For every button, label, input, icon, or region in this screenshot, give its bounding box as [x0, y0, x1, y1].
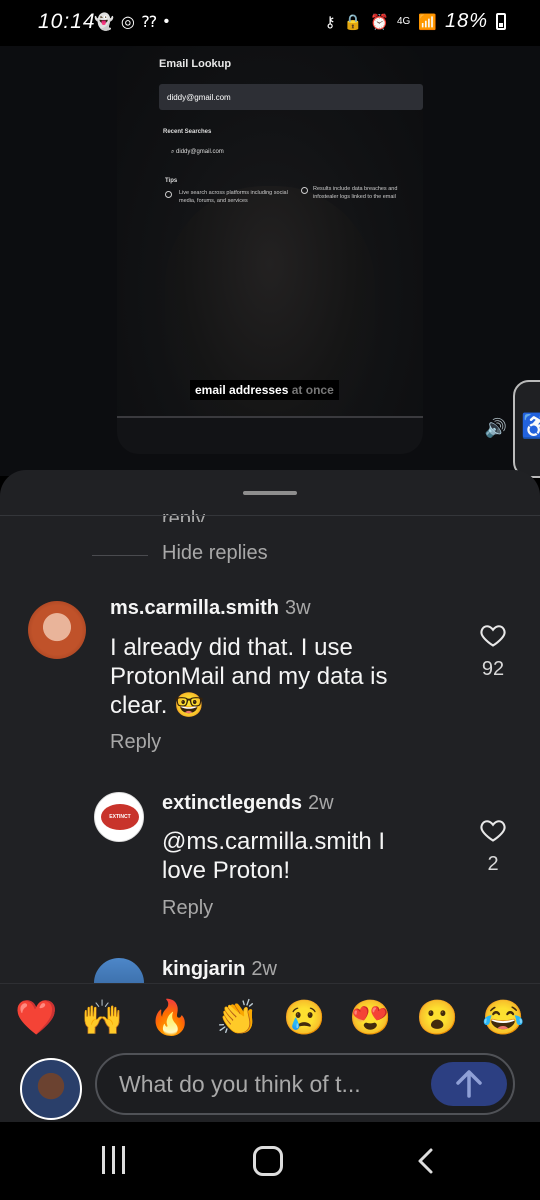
hide-replies-button[interactable]: Hide replies — [162, 542, 268, 565]
emoji-clap[interactable]: 👏 — [216, 998, 258, 1038]
caption-dim: at once — [291, 383, 334, 397]
heart-icon[interactable] — [479, 621, 507, 649]
video-tips-label: Tips — [165, 178, 178, 184]
video-caption: email addresses at once — [190, 380, 339, 400]
network-type: 4G — [396, 16, 411, 27]
comment-time: 2w — [308, 792, 334, 814]
home-button[interactable] — [253, 1146, 283, 1176]
comment-line: I already did that. I use — [110, 634, 353, 661]
signal-icon: 📶 — [418, 13, 437, 31]
snapchat-icon: 👻 — [94, 14, 114, 31]
reply-button[interactable]: Reply — [162, 897, 213, 920]
username-text[interactable]: ms.carmilla.smith — [110, 597, 279, 619]
replies-line — [92, 555, 148, 556]
video-recent-item-text: diddy@gmail.com — [176, 149, 224, 155]
video-tip-2: Results include data breaches and infost… — [301, 186, 421, 201]
emoji-laughing[interactable]: 😂 — [482, 998, 524, 1038]
battery-icon — [496, 13, 506, 30]
comment-line: ProtonMail and my data is — [110, 663, 388, 690]
video-laptop-edge — [117, 416, 423, 454]
video-search-field: diddy@gmail.com — [159, 84, 423, 110]
video-recent-label: Recent Searches — [163, 129, 212, 135]
notification-icons: 👻 ◎ ⁇ • — [94, 12, 169, 32]
emoji-raised-hands[interactable]: 🙌 — [81, 998, 123, 1038]
video-tip-2-text: Results include data breaches and infost… — [313, 186, 398, 200]
recents-bar — [122, 1146, 125, 1174]
emoji-crying[interactable]: 😢 — [283, 998, 325, 1038]
comment-line: @ms.carmilla.smith I — [162, 828, 386, 855]
avatar[interactable]: EXTINCT — [94, 792, 144, 842]
heart-icon[interactable] — [479, 816, 507, 844]
comment-input-bar: What do you think of t... — [0, 1050, 540, 1122]
video-recent-item: ⌕ diddy@gmail.com — [171, 149, 224, 156]
system-icons: ⚷ 🔒 ⏰ 4G 📶 18% — [325, 10, 506, 33]
comment-input[interactable]: What do you think of t... — [95, 1053, 515, 1115]
globe-icon — [165, 191, 172, 198]
back-icon[interactable] — [410, 1144, 444, 1178]
recents-bar — [102, 1146, 105, 1174]
video-tip-1-text: Live search across platforms including s… — [179, 190, 288, 204]
status-bar: 10:14 👻 ◎ ⁇ • ⚷ 🔒 ⏰ 4G 📶 18% — [0, 0, 540, 46]
like-count: 2 — [487, 853, 499, 875]
caption-main: email addresses — [195, 383, 289, 397]
like-count: 92 — [481, 658, 505, 680]
sheet-divider — [0, 515, 540, 516]
comment-username[interactable]: extinctlegends 2w — [162, 792, 334, 815]
reply-button[interactable]: Reply — [110, 731, 161, 754]
emoji-heart[interactable]: ❤️ — [15, 998, 57, 1038]
comment-username[interactable]: kingjarin 2w — [162, 958, 277, 981]
emoji-surprised[interactable]: 😮 — [416, 998, 458, 1038]
comment-line: clear. 🤓 — [110, 692, 204, 719]
comment-line: love Proton! — [162, 857, 291, 884]
comment-time: 3w — [284, 597, 311, 619]
shield-icon — [301, 187, 308, 194]
send-button[interactable] — [431, 1062, 507, 1106]
drag-handle[interactable] — [243, 491, 297, 495]
dot-icon: • — [163, 13, 170, 30]
status-time: 10:14 — [38, 10, 96, 33]
avatar[interactable] — [28, 601, 86, 659]
alarm-icon: ⏰ — [370, 13, 389, 31]
emoji-fire[interactable]: 🔥 — [149, 998, 191, 1038]
comment-text: I already did that. I use ProtonMail and… — [110, 633, 387, 720]
emoji-reaction-bar: ❤️ 🙌 🔥 👏 😢 😍 😮 😂 — [0, 983, 540, 1053]
recents-bar — [112, 1146, 115, 1174]
comment-text: @ms.carmilla.smith I love Proton! — [162, 827, 385, 885]
whatsapp-icon: ◎ — [120, 14, 135, 31]
username-text[interactable]: extinctlegends — [162, 792, 302, 814]
battery-percent: 18% — [444, 10, 488, 32]
arrow-up-icon — [456, 1070, 482, 1098]
emoji-heart-eyes[interactable]: 😍 — [349, 998, 391, 1038]
signal-weak-icon: ⁇ — [141, 14, 157, 31]
video-player[interactable]: Email Lookup diddy@gmail.com Recent Sear… — [117, 46, 423, 454]
comment-time: 2w — [251, 958, 277, 980]
accessibility-icon[interactable]: ♿ — [513, 380, 540, 478]
sound-on-icon[interactable]: 🔊 — [478, 410, 514, 446]
username-text[interactable]: kingjarin — [162, 958, 245, 980]
video-app-title: Email Lookup — [159, 58, 232, 70]
recents-button[interactable] — [102, 1146, 130, 1176]
my-avatar[interactable] — [20, 1058, 82, 1120]
system-nav-bar — [0, 1122, 540, 1200]
key-icon: ⚷ — [324, 13, 336, 31]
avatar-logo: EXTINCT — [101, 804, 139, 830]
lock-icon: 🔒 — [343, 13, 363, 31]
video-tip-1: Live search across platforms including s… — [165, 190, 295, 205]
comment-placeholder: What do you think of t... — [119, 1071, 361, 1097]
video-person-shadow — [165, 186, 375, 446]
comment-username[interactable]: ms.carmilla.smith 3w — [110, 597, 311, 620]
